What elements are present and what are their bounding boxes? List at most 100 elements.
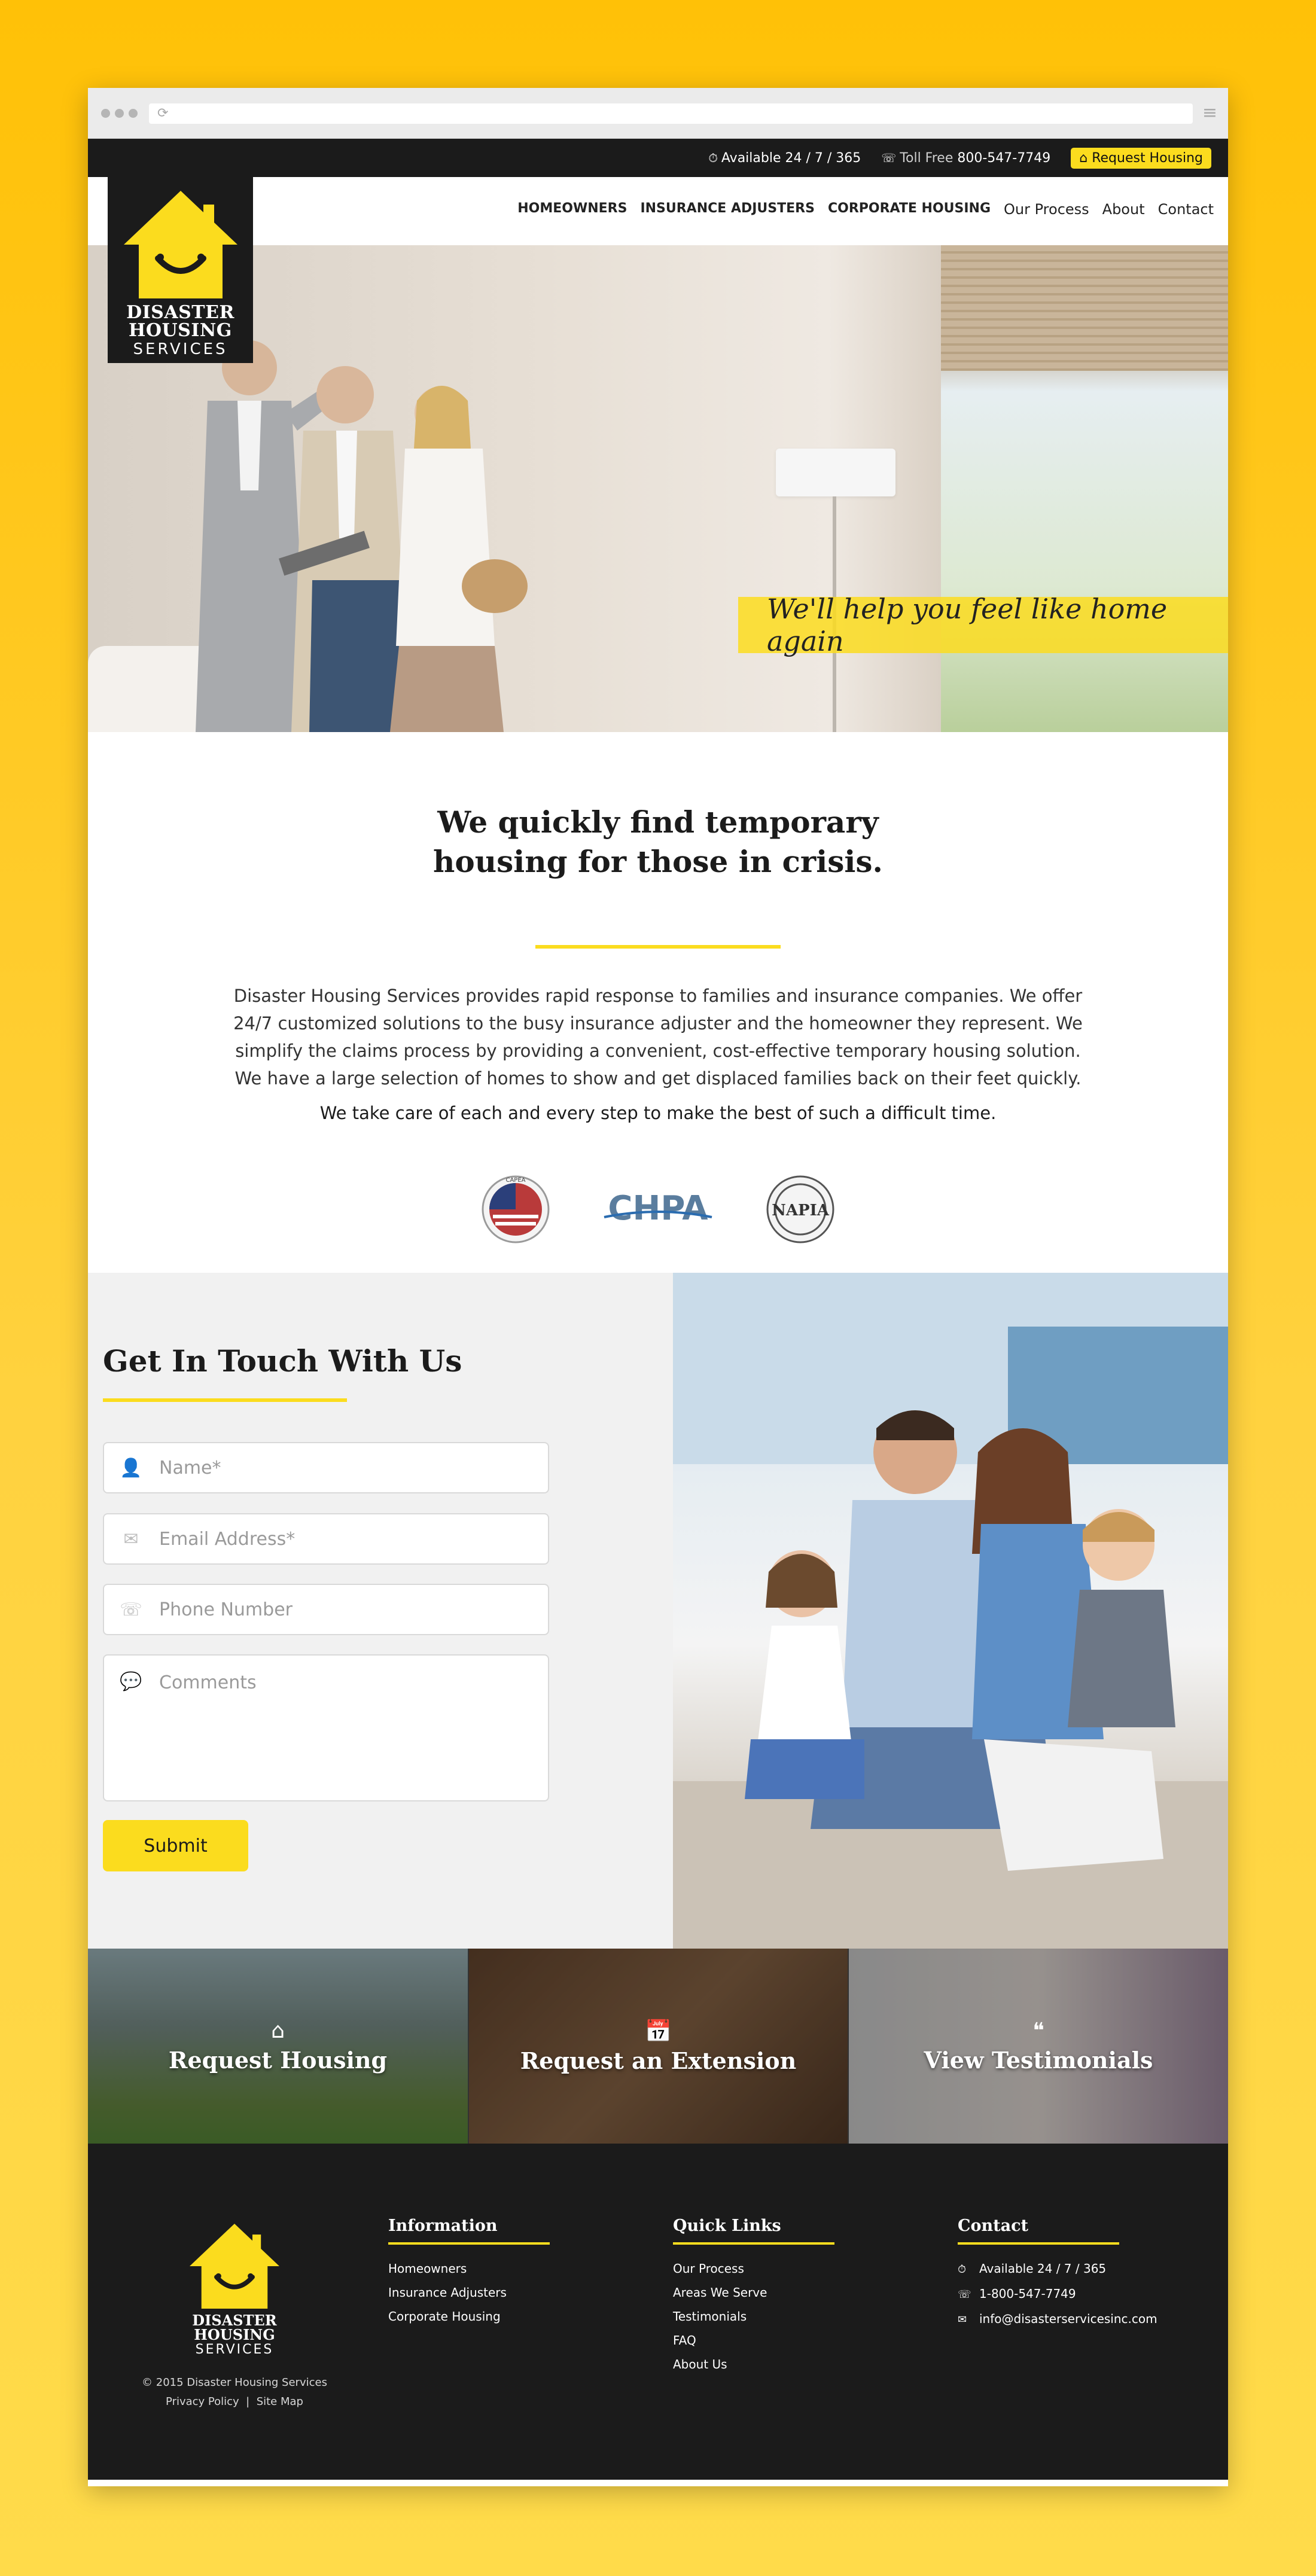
comments-field[interactable]: 💬 (103, 1654, 549, 1801)
intro-section: We quickly find temporary housing for th… (88, 732, 1228, 1273)
hero-people-image (196, 340, 528, 732)
nav-item-about[interactable]: About (1102, 201, 1145, 218)
tile-view-testimonials[interactable]: ❝ View Testimonials (848, 1949, 1228, 2144)
footer-quick-links-heading: Quick Links (673, 2217, 781, 2235)
footer-logo-text-services: SERVICES (195, 2342, 274, 2357)
house-smile-logo-icon (190, 2223, 279, 2309)
phone-input[interactable] (158, 1598, 529, 1621)
footer-heading-underline (388, 2242, 550, 2245)
logo-text-disaster: DISASTER (126, 302, 234, 323)
availability-info: ⏱ Available 24 / 7 / 365 (708, 150, 861, 166)
logo-text-housing: HOUSING (129, 320, 232, 341)
footer-contact-phone[interactable]: ☏ 1-800-547-7749 (958, 2282, 1157, 2307)
comment-icon: 💬 (120, 1671, 142, 1692)
comments-input[interactable] (158, 1671, 529, 1791)
family-illustration (673, 1273, 1228, 1949)
footer-contact-availability: ⏱ Available 24 / 7 / 365 (958, 2257, 1157, 2282)
footer-link-our-process[interactable]: Our Process (673, 2257, 834, 2281)
footer-quick-links-column: Quick Links Our Process Areas We Serve T… (673, 2217, 834, 2376)
browser-chrome: ⟳ ≡ (88, 88, 1228, 139)
footer-separator: | (246, 2395, 250, 2408)
hero-window-blind (941, 245, 1228, 371)
footer-link-areas-we-serve[interactable]: Areas We Serve (673, 2281, 834, 2304)
calendar-plus-icon: 📅 (645, 2019, 672, 2044)
footer-logo[interactable]: DISASTER HOUSING SERVICES (184, 2221, 285, 2357)
capea-badge-label: CAPEA (505, 1177, 525, 1184)
site-logo[interactable]: DISASTER HOUSING SERVICES (108, 177, 253, 363)
phone-icon: ☏ (958, 2288, 971, 2301)
phone-icon: ☏ (120, 1599, 142, 1620)
chpa-badge-icon[interactable]: CHPA (598, 1188, 718, 1230)
site-footer: DISASTER HOUSING SERVICES © 2015 Disaste… (88, 2144, 1228, 2480)
envelope-icon: ✉ (123, 1528, 139, 1550)
main-nav: HOMEOWNERS INSURANCE ADJUSTERS CORPORATE… (88, 177, 1228, 245)
footer-link-faq[interactable]: FAQ (673, 2328, 834, 2352)
chpa-badge-label: CHPA (608, 1189, 708, 1228)
footer-heading-underline (673, 2242, 834, 2245)
footer-contact-email[interactable]: ✉ info@disasterservicesinc.com (958, 2307, 1157, 2332)
phone-icon: ☏ (881, 150, 897, 165)
napia-badge-label: NAPIA (772, 1202, 830, 1220)
address-bar[interactable]: ⟳ (149, 103, 1193, 124)
toll-free-info[interactable]: ☏ Toll Free 800-547-7749 (881, 151, 1050, 166)
window-dot[interactable] (129, 109, 138, 118)
footer-logo-text-housing: HOUSING (194, 2326, 275, 2343)
footer-link-insurance-adjusters[interactable]: Insurance Adjusters (388, 2281, 550, 2304)
clock-icon: ⏱ (708, 150, 718, 165)
name-input[interactable] (158, 1456, 529, 1479)
contact-heading: Get In Touch With Us (103, 1343, 462, 1379)
intro-description: Disaster Housing Services provides rapid… (233, 986, 1083, 1089)
cta-tiles: ⌂ Request Housing 📅 Request an Extension… (88, 1949, 1228, 2144)
capea-badge-icon[interactable]: CAPEA (481, 1175, 550, 1244)
footer-link-corporate-housing[interactable]: Corporate Housing (388, 2304, 550, 2328)
intro-heading: We quickly find temporary housing for th… (433, 804, 883, 879)
home-icon: ⌂ (271, 2019, 285, 2043)
association-badges: CAPEA CHPA NAPIA (88, 1175, 1228, 1244)
tile-request-extension[interactable]: 📅 Request an Extension (468, 1949, 848, 2144)
clock-icon: ⏱ (958, 2263, 967, 2276)
request-housing-button[interactable]: ⌂ Request Housing (1071, 147, 1211, 169)
tile-request-housing[interactable]: ⌂ Request Housing (88, 1949, 468, 2144)
napia-badge-icon[interactable]: NAPIA (766, 1175, 835, 1244)
nav-item-contact[interactable]: Contact (1158, 201, 1214, 218)
contact-section: Get In Touch With Us 👤 ✉ ☏ 💬 Submit (88, 1273, 1228, 1949)
hero-tagline-banner: We'll help you feel like home again (738, 593, 1228, 657)
footer-contact-heading: Contact (958, 2217, 1029, 2235)
copyright-text: © 2015 Disaster Housing Services (142, 2376, 327, 2389)
hamburger-menu-icon[interactable]: ≡ (1202, 102, 1217, 123)
home-icon: ⌂ (1079, 150, 1088, 166)
house-smile-logo-icon (123, 191, 237, 298)
quote-icon: ❝ (1032, 2019, 1044, 2043)
envelope-icon: ✉ (958, 2313, 967, 2326)
window-dot[interactable] (101, 109, 110, 118)
footer-link-testimonials[interactable]: Testimonials (673, 2304, 834, 2328)
footer-link-homeowners[interactable]: Homeowners (388, 2257, 550, 2281)
email-field[interactable]: ✉ (103, 1513, 549, 1565)
window-dot[interactable] (115, 109, 124, 118)
footer-copyright-block: © 2015 Disaster Housing Services Privacy… (88, 2373, 381, 2412)
site-map-link[interactable]: Site Map (257, 2395, 303, 2408)
browser-window: ⟳ ≡ ⏱ Available 24 / 7 / 365 ☏ Toll Free 8… (88, 88, 1228, 2486)
nav-item-corporate-housing[interactable]: CORPORATE HOUSING (828, 201, 991, 218)
privacy-policy-link[interactable]: Privacy Policy (166, 2395, 239, 2408)
submit-button[interactable]: Submit (103, 1820, 248, 1871)
reload-icon[interactable]: ⟳ (157, 106, 168, 121)
name-field[interactable]: 👤 (103, 1442, 549, 1493)
footer-contact-column: Contact ⏱ Available 24 / 7 / 365 ☏ 1-800-5… (958, 2217, 1157, 2332)
footer-information-heading: Information (388, 2217, 498, 2235)
top-bar: ⏱ Available 24 / 7 / 365 ☏ Toll Free 800-5… (88, 139, 1228, 177)
footer-information-column: Information Homeowners Insurance Adjuste… (388, 2217, 550, 2328)
nav-item-insurance-adjusters[interactable]: INSURANCE ADJUSTERS (640, 201, 815, 218)
phone-field[interactable]: ☏ (103, 1584, 549, 1635)
user-icon: 👤 (120, 1457, 142, 1478)
logo-text-services: SERVICES (133, 340, 228, 358)
footer-heading-underline (958, 2242, 1119, 2245)
footer-link-about-us[interactable]: About Us (673, 2352, 834, 2376)
contact-heading-underline (103, 1398, 347, 1402)
window-controls (101, 109, 138, 118)
intro-tagline: We take care of each and every step to m… (319, 1103, 997, 1123)
nav-item-our-process[interactable]: Our Process (1004, 201, 1089, 218)
hero-section: We'll help you feel like home again (88, 245, 1228, 732)
email-input[interactable] (158, 1528, 529, 1550)
nav-item-homeowners[interactable]: HOMEOWNERS (517, 201, 627, 218)
